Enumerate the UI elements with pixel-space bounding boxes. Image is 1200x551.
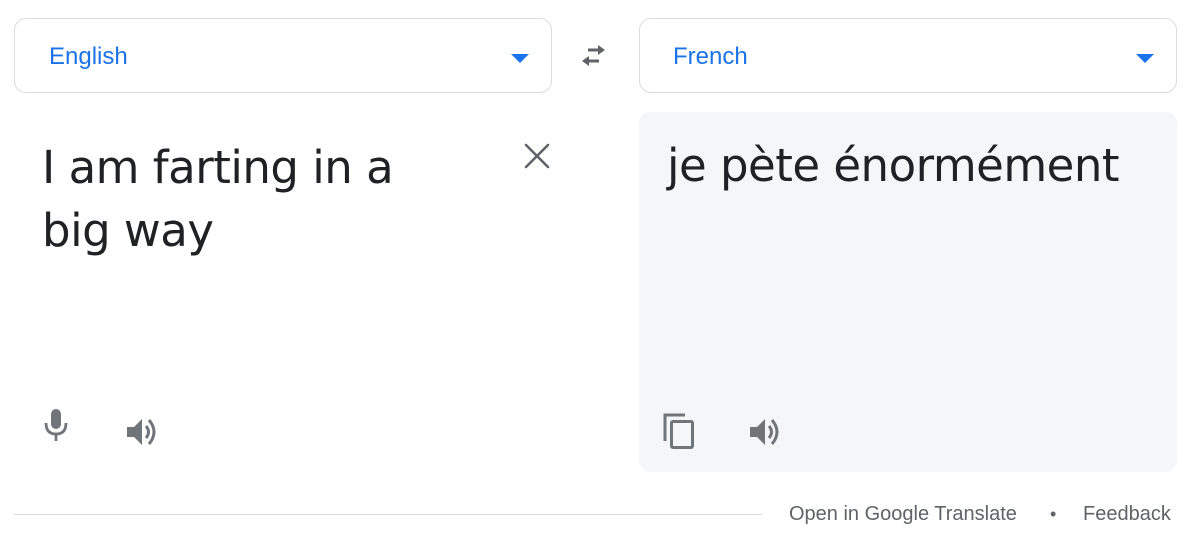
listen-source-button[interactable]	[122, 412, 162, 452]
clear-text-button[interactable]	[519, 138, 555, 174]
source-language-select[interactable]: English	[14, 18, 552, 93]
speaker-icon	[127, 419, 156, 445]
chevron-down-icon	[511, 54, 529, 63]
target-panel: je pète énormément	[639, 112, 1177, 472]
copy-icon	[663, 413, 694, 449]
translated-text: je pète énormément	[667, 139, 1120, 192]
footer-divider	[14, 514, 762, 515]
close-icon	[524, 143, 550, 169]
source-language-label: English	[49, 43, 128, 70]
chevron-down-icon	[1136, 54, 1154, 63]
swap-icon	[582, 45, 605, 66]
voice-input-button[interactable]	[40, 406, 72, 446]
copy-translation-button[interactable]	[659, 410, 699, 452]
mic-icon	[44, 409, 68, 441]
feedback-link[interactable]: Feedback	[1083, 502, 1171, 526]
translate-widget: English French I am farting in a big way	[0, 0, 1200, 551]
source-panel: I am farting in a big way	[14, 112, 560, 472]
target-language-label: French	[673, 43, 748, 70]
swap-languages-button[interactable]	[572, 38, 616, 74]
source-text-input[interactable]: I am farting in a big way	[42, 136, 472, 262]
speaker-icon	[750, 419, 779, 445]
target-language-select[interactable]: French	[639, 18, 1177, 93]
listen-translation-button[interactable]	[745, 412, 785, 452]
open-in-google-translate-link[interactable]: Open in Google Translate	[789, 502, 1017, 526]
footer-separator: •	[1050, 504, 1057, 524]
